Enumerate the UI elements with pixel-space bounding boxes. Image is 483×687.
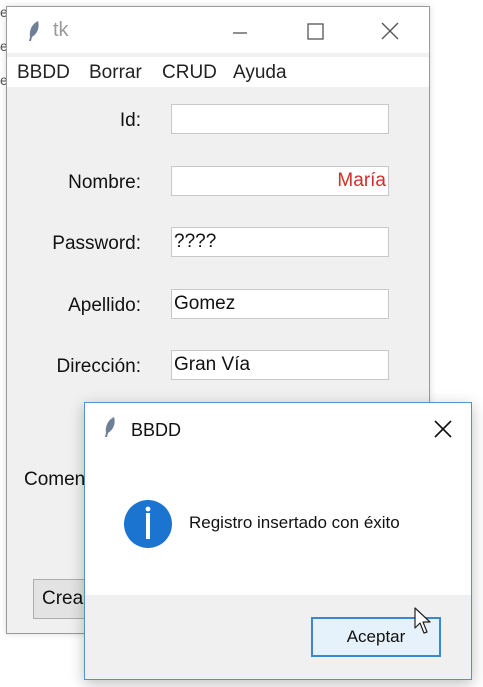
dialog-button-bar: Aceptar [85,595,471,679]
maximize-icon [307,23,324,40]
menu-borrar[interactable]: Borrar [89,62,142,84]
dialog-close-button[interactable] [431,417,455,441]
password-field[interactable] [171,227,389,257]
tk-feather-icon [29,21,39,41]
id-field[interactable] [171,104,389,134]
tk-feather-icon [105,417,115,437]
nombre-label: Nombre: [68,172,141,193]
password-label: Password: [52,233,141,254]
apellido-field[interactable] [171,289,389,319]
minimize-button[interactable] [220,15,260,47]
message-dialog: BBDD Registro insertado con éxito Acepta… [84,402,472,680]
nombre-field[interactable] [171,166,389,196]
apellido-label: Apellido: [68,295,141,316]
close-icon [434,420,452,438]
direccion-field[interactable] [171,350,389,380]
direccion-label: Dirección: [56,356,141,377]
close-button[interactable] [370,15,410,47]
close-icon [381,22,399,40]
dialog-title: BBDD [131,420,182,440]
dialog-message: Registro insertado con éxito [189,513,400,532]
id-label: Id: [119,110,141,131]
maximize-button[interactable] [295,15,335,47]
menu-crud[interactable]: CRUD [162,62,217,84]
menu-ayuda[interactable]: Ayuda [233,62,287,84]
menu-bbdd[interactable]: BBDD [17,62,70,84]
window-title: tk [53,19,69,41]
comentario-label: Comen [24,469,86,490]
info-icon [124,500,172,548]
minimize-icon [233,32,247,34]
title-bar[interactable]: tk [7,7,429,53]
menu-bar: BBDD Borrar CRUD Ayuda [7,57,429,87]
mouse-cursor-icon [414,607,431,634]
